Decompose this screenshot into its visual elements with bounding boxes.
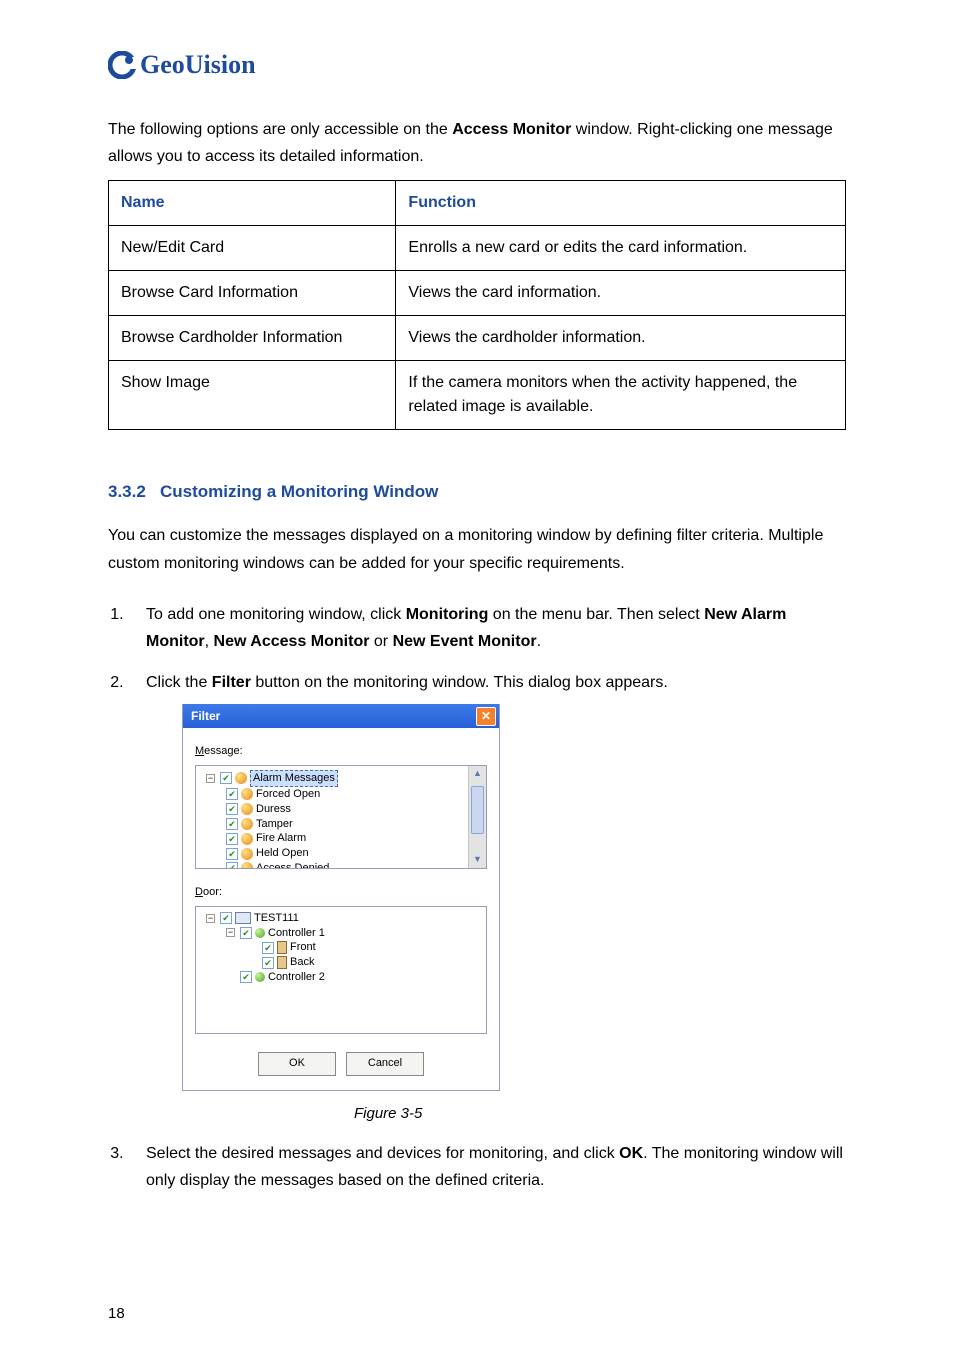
lamp-icon	[235, 772, 247, 784]
tree-item-label[interactable]: Front	[290, 940, 316, 955]
section-title: Customizing a Monitoring Window	[160, 482, 438, 501]
cell-function: Enrolls a new card or edits the card inf…	[396, 226, 846, 271]
lamp-icon	[241, 818, 253, 830]
intro-bold: Access Monitor	[452, 121, 571, 138]
tree-item-label[interactable]: Controller 1	[268, 926, 325, 941]
page-number: 18	[108, 1305, 125, 1322]
tree-item-label[interactable]: Forced Open	[256, 787, 320, 802]
text: .	[537, 633, 541, 650]
door-label: Door:	[195, 883, 487, 902]
collapse-icon[interactable]: −	[226, 928, 235, 937]
cell-function: Views the cardholder information.	[396, 316, 846, 361]
cell-name: Browse Cardholder Information	[109, 316, 396, 361]
text-bold: OK	[619, 1145, 643, 1162]
text-bold: Filter	[212, 674, 251, 691]
text-bold: New Event Monitor	[393, 633, 537, 650]
collapse-icon[interactable]: −	[206, 774, 215, 783]
tree-item-label[interactable]: Tamper	[256, 817, 293, 832]
step-3: Select the desired messages and devices …	[128, 1140, 846, 1194]
door-icon	[277, 956, 287, 969]
th-function: Function	[396, 181, 846, 226]
checkbox[interactable]: ✔	[262, 942, 274, 954]
logo-mark-icon	[108, 51, 136, 79]
cancel-button[interactable]: Cancel	[346, 1052, 424, 1076]
table-row: Show Image If the camera monitors when t…	[109, 361, 846, 430]
lamp-icon	[241, 803, 253, 815]
dialog-titlebar[interactable]: Filter ✕	[183, 704, 499, 728]
lamp-icon	[241, 862, 253, 869]
options-table: Name Function New/Edit Card Enrolls a ne…	[108, 180, 846, 430]
ok-button[interactable]: OK	[258, 1052, 336, 1076]
steps-list: To add one monitoring window, click Moni…	[108, 601, 846, 1195]
dialog-title: Filter	[191, 706, 220, 726]
intro-paragraph: The following options are only accessibl…	[108, 116, 846, 170]
door-tree[interactable]: − ✔ TEST111 − ✔ Controller 1	[195, 906, 487, 1034]
controller-icon	[255, 928, 265, 938]
checkbox[interactable]: ✔	[240, 971, 252, 983]
text: ,	[205, 633, 214, 650]
table-row: Browse Cardholder Information Views the …	[109, 316, 846, 361]
controller-icon	[255, 972, 265, 982]
tree-item-label[interactable]: Back	[290, 955, 314, 970]
checkbox[interactable]: ✔	[226, 848, 238, 860]
scroll-up-icon[interactable]: ▲	[469, 766, 486, 782]
lamp-icon	[241, 848, 253, 860]
tree-item-label[interactable]: Alarm Messages	[250, 770, 338, 787]
checkbox[interactable]: ✔	[226, 788, 238, 800]
tree-item-label[interactable]: Controller 2	[268, 970, 325, 985]
lamp-icon	[241, 833, 253, 845]
checkbox[interactable]: ✔	[226, 862, 238, 869]
section-paragraph: You can customize the messages displayed…	[108, 522, 846, 576]
tree-item-label[interactable]: Held Open	[256, 846, 309, 861]
section-heading: 3.3.2 Customizing a Monitoring Window	[108, 482, 846, 502]
checkbox[interactable]: ✔	[220, 912, 232, 924]
text: To add one monitoring window, click	[146, 606, 406, 623]
message-label: Message:	[195, 742, 487, 761]
checkbox[interactable]: ✔	[220, 772, 232, 784]
step-2: Click the Filter button on the monitorin…	[128, 669, 846, 1126]
th-name: Name	[109, 181, 396, 226]
checkbox[interactable]: ✔	[226, 833, 238, 845]
cell-name: Browse Card Information	[109, 271, 396, 316]
host-icon	[235, 912, 251, 924]
brand-text: GeoUision	[140, 50, 256, 80]
lamp-icon	[241, 788, 253, 800]
text: Select the desired messages and devices …	[146, 1145, 619, 1162]
text: on the menu bar. Then select	[488, 606, 704, 623]
checkbox[interactable]: ✔	[240, 927, 252, 939]
filter-dialog: Filter ✕ Message: − ✔ Alarm Messages	[182, 704, 500, 1090]
text: or	[369, 633, 392, 650]
text-bold: New Access Monitor	[214, 633, 370, 650]
text: Click the	[146, 674, 212, 691]
message-tree[interactable]: − ✔ Alarm Messages ✔Forced Open ✔Duress …	[195, 765, 487, 869]
text-bold: Monitoring	[406, 606, 489, 623]
door-icon	[277, 941, 287, 954]
step-1: To add one monitoring window, click Moni…	[128, 601, 846, 655]
tree-item-label[interactable]: Duress	[256, 802, 291, 817]
tree-item-label[interactable]: TEST111	[254, 911, 299, 926]
figure-caption: Figure 3-5	[354, 1101, 846, 1127]
checkbox[interactable]: ✔	[262, 957, 274, 969]
cell-name: New/Edit Card	[109, 226, 396, 271]
checkbox[interactable]: ✔	[226, 818, 238, 830]
cell-function: If the camera monitors when the activity…	[396, 361, 846, 430]
cell-function: Views the card information.	[396, 271, 846, 316]
tree-item-label[interactable]: Fire Alarm	[256, 831, 306, 846]
table-row: New/Edit Card Enrolls a new card or edit…	[109, 226, 846, 271]
scrollbar[interactable]: ▲ ▼	[468, 766, 486, 868]
intro-pre: The following options are only accessibl…	[108, 121, 452, 138]
collapse-icon[interactable]: −	[206, 914, 215, 923]
checkbox[interactable]: ✔	[226, 803, 238, 815]
scroll-track[interactable]	[469, 782, 486, 852]
scroll-thumb[interactable]	[471, 786, 484, 834]
scroll-down-icon[interactable]: ▼	[469, 852, 486, 868]
tree-item-label[interactable]: Access Denied	[256, 861, 329, 869]
brand-logo: GeoUision	[108, 50, 846, 80]
cell-name: Show Image	[109, 361, 396, 430]
text: button on the monitoring window. This di…	[251, 674, 668, 691]
close-icon[interactable]: ✕	[476, 707, 496, 726]
section-number: 3.3.2	[108, 482, 146, 501]
table-row: Browse Card Information Views the card i…	[109, 271, 846, 316]
